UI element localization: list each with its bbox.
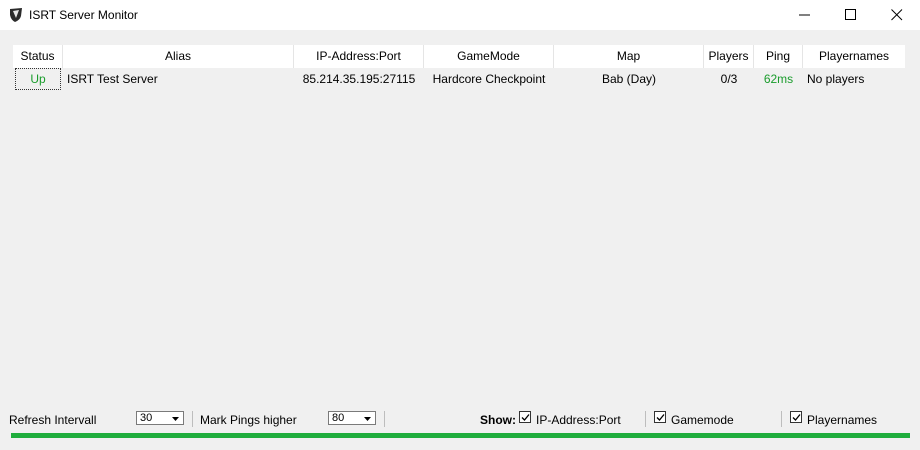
show-gamemode-checkbox[interactable] <box>654 411 666 423</box>
title-bar: ISRT Server Monitor <box>0 0 920 30</box>
show-ip-checkbox[interactable] <box>519 411 531 423</box>
separator <box>645 411 646 427</box>
minimize-icon <box>799 14 810 16</box>
server-table[interactable]: Status Alias IP-Address:Port GameMode Ma… <box>13 45 905 390</box>
refresh-progress-bar <box>11 433 910 438</box>
table-row[interactable]: Up ISRT Test Server 85.214.35.195:27115 … <box>13 68 905 90</box>
gamemode-cell[interactable]: Hardcore Checkpoint <box>424 68 554 90</box>
column-header-ping[interactable]: Ping <box>754 45 803 68</box>
table-header: Status Alias IP-Address:Port GameMode Ma… <box>13 45 905 68</box>
status-cell[interactable]: Up <box>15 68 61 90</box>
maximize-icon <box>845 9 856 20</box>
refresh-interval-label: Refresh Intervall <box>9 413 97 427</box>
column-header-ip[interactable]: IP-Address:Port <box>294 45 424 68</box>
window-title: ISRT Server Monitor <box>29 8 138 22</box>
maximize-button[interactable] <box>828 0 874 30</box>
chevron-down-icon <box>169 413 182 423</box>
show-ip-label[interactable]: IP-Address:Port <box>536 413 621 427</box>
insurgency-shield-icon <box>8 7 24 23</box>
playernames-cell[interactable]: No players <box>803 68 905 90</box>
mark-pings-label: Mark Pings higher <box>200 413 297 427</box>
separator <box>192 411 193 427</box>
ip-cell[interactable]: 85.214.35.195:27115 <box>294 68 424 90</box>
column-header-playernames[interactable]: Playernames <box>803 45 905 68</box>
show-playernames-label[interactable]: Playernames <box>807 413 877 427</box>
players-cell[interactable]: 0/3 <box>704 68 754 90</box>
column-header-players[interactable]: Players <box>704 45 754 68</box>
show-gamemode-label[interactable]: Gamemode <box>671 413 734 427</box>
checkmark-icon <box>792 414 801 421</box>
separator <box>781 411 782 427</box>
mark-pings-dropdown[interactable]: 80 <box>328 411 376 425</box>
alias-cell[interactable]: ISRT Test Server <box>63 68 294 90</box>
settings-bar: Refresh Intervall 30 Mark Pings higher 8… <box>0 405 920 435</box>
refresh-progress-fill <box>11 433 910 438</box>
close-button[interactable] <box>874 0 920 30</box>
column-header-gamemode[interactable]: GameMode <box>424 45 554 68</box>
refresh-interval-dropdown[interactable]: 30 <box>136 411 184 425</box>
column-header-status[interactable]: Status <box>13 45 63 68</box>
minimize-button[interactable] <box>782 0 828 30</box>
chevron-down-icon <box>361 413 374 423</box>
show-playernames-checkbox[interactable] <box>790 411 802 423</box>
separator <box>384 411 385 427</box>
map-cell[interactable]: Bab (Day) <box>554 68 704 90</box>
column-header-map[interactable]: Map <box>554 45 704 68</box>
refresh-interval-value: 30 <box>140 412 153 424</box>
mark-pings-value: 80 <box>332 412 345 424</box>
checkmark-icon <box>521 414 530 421</box>
close-icon <box>891 9 903 21</box>
show-label: Show: <box>480 413 516 427</box>
ping-cell[interactable]: 62ms <box>754 68 803 90</box>
column-header-alias[interactable]: Alias <box>63 45 294 68</box>
checkmark-icon <box>656 414 665 421</box>
